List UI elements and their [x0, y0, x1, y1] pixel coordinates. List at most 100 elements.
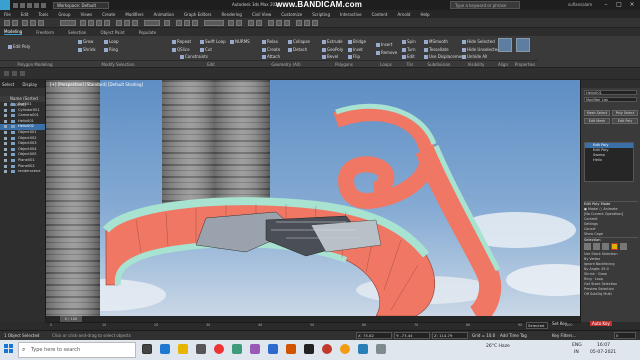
collapse-button[interactable]: Collapse — [288, 39, 310, 44]
edit-poly-mod-button[interactable]: Edit Poly — [612, 118, 638, 124]
group-properties[interactable]: Properties — [512, 60, 538, 67]
undo-tool-icon[interactable] — [4, 20, 10, 26]
preview-multi-radio[interactable]: Multi — [603, 292, 611, 296]
tessellate-button[interactable]: Tessellate — [424, 47, 449, 52]
viewport-label[interactable]: [+] [Perspective] [Standard] [Default Sh… — [50, 82, 143, 87]
menu-animation[interactable]: Animation — [154, 12, 174, 17]
menu-edit[interactable]: Edit — [21, 12, 29, 17]
z-coordinate-field[interactable]: Z: 114.79 — [432, 332, 468, 339]
workspace-dropdown[interactable]: Workspace: Default — [53, 1, 109, 9]
link-icon[interactable] — [22, 20, 28, 26]
firefox-icon[interactable] — [340, 344, 350, 354]
material-editor-icon[interactable] — [284, 20, 290, 26]
flip-button[interactable]: Flip — [348, 54, 360, 59]
turn-button[interactable]: Turn — [402, 47, 415, 52]
cut-button[interactable]: Cut — [200, 47, 212, 52]
commit-button[interactable]: Commit — [584, 217, 638, 221]
polygon-mode-icon[interactable] — [611, 243, 618, 250]
shrink-sel-button[interactable]: Shrink — [584, 272, 595, 276]
extrude-button[interactable]: Extrude — [322, 39, 343, 44]
align-icon[interactable] — [236, 20, 242, 26]
bridge-button[interactable]: Bridge — [348, 39, 366, 44]
stack-item[interactable]: Helix — [585, 158, 633, 163]
properties-icon-large[interactable] — [516, 38, 530, 52]
qslice-button[interactable]: QSlice — [172, 47, 190, 52]
tab-selection[interactable]: Selection — [68, 30, 86, 35]
selection-rollout-title[interactable]: Selection — [584, 237, 638, 242]
angle-snap-icon[interactable] — [184, 20, 190, 26]
edit-tris-button[interactable]: Edit — [402, 54, 415, 59]
group-loops[interactable]: Loops — [372, 60, 400, 67]
loop-sel-button[interactable]: Loop — [595, 277, 603, 281]
task-view-icon[interactable] — [142, 344, 152, 354]
menu-scripting[interactable]: Scripting — [312, 12, 330, 17]
list-item[interactable]: renderscene — [0, 169, 45, 175]
weather-widget[interactable]: 26°C Haze — [486, 344, 510, 349]
redo-icon[interactable] — [41, 2, 46, 8]
menu-create[interactable]: Create — [102, 12, 115, 17]
group-visibility[interactable]: Visibility — [458, 60, 494, 67]
clock-time[interactable]: 16:07 — [597, 343, 610, 348]
set-key-button[interactable]: Set Key — [552, 321, 567, 326]
app-icon-2[interactable] — [358, 344, 368, 354]
group-polygons[interactable]: Polygons — [316, 60, 372, 67]
group-subdivision[interactable]: Subdivision — [420, 60, 458, 67]
windows-start-icon[interactable] — [4, 344, 14, 354]
file-explorer-icon[interactable] — [178, 344, 188, 354]
grow-button[interactable]: Grow — [78, 39, 93, 44]
undo-icon[interactable] — [34, 2, 39, 8]
shrink-button[interactable]: Shrink — [78, 47, 96, 52]
menu-help[interactable]: Help — [420, 12, 429, 17]
rendered-frame-window-icon[interactable] — [304, 20, 310, 26]
mirror-icon[interactable] — [228, 20, 234, 26]
create-button[interactable]: Create — [262, 47, 280, 52]
object-name-field[interactable]: Helix001 — [584, 90, 637, 95]
pivot-center-icon[interactable] — [164, 20, 170, 26]
ring-sel-button[interactable]: Ring — [584, 277, 592, 281]
use-displacement-button[interactable]: Use Displacement — [424, 54, 465, 59]
record-icon[interactable] — [322, 344, 332, 354]
select-by-name-icon[interactable] — [88, 20, 94, 26]
use-stack-selection-checkbox[interactable]: Use Stack Selection — [584, 252, 638, 256]
swift-loop-button[interactable]: Swift Loop — [200, 39, 226, 44]
menu-views[interactable]: Views — [81, 12, 93, 17]
attach-button[interactable]: Attach — [262, 54, 280, 59]
spin-button[interactable]: Spin — [402, 39, 416, 44]
insert-loop-button[interactable]: Insert — [376, 42, 392, 47]
app-icon[interactable] — [250, 344, 260, 354]
redo-tool-icon[interactable] — [12, 20, 18, 26]
ignore-backfacing-checkbox[interactable]: Ignore Backfacing — [584, 262, 638, 266]
selection-filter-dropdown[interactable] — [60, 20, 76, 26]
unlink-icon[interactable] — [30, 20, 36, 26]
select-object-icon[interactable] — [80, 20, 86, 26]
render-production-icon[interactable] — [312, 20, 318, 26]
app-icon-3[interactable] — [376, 344, 386, 354]
get-stack-selection-button[interactable]: Get Stack Selection — [584, 282, 638, 286]
remove-loop-button[interactable]: Remove — [376, 50, 397, 55]
nurms-button[interactable]: NURMS — [230, 39, 250, 44]
3dsmax-task-icon[interactable] — [232, 344, 242, 354]
named-selection-dropdown[interactable] — [204, 20, 224, 26]
tab-modeling[interactable]: Modeling — [4, 29, 23, 35]
key-filters-button[interactable]: Key Filters... — [552, 333, 576, 338]
hide-selected-button[interactable]: Hide Selected — [462, 39, 495, 44]
reference-coord-dropdown[interactable] — [144, 20, 160, 26]
menu-file[interactable]: File — [4, 12, 11, 17]
vertex-mode-icon[interactable] — [584, 243, 591, 250]
rotate-icon[interactable] — [124, 20, 130, 26]
window-crossing-icon[interactable] — [104, 20, 110, 26]
y-coordinate-field[interactable]: Y: -73.44 — [394, 332, 430, 339]
key-mode-dropdown[interactable]: Selected — [526, 322, 548, 329]
by-vertex-checkbox[interactable]: By Vertex — [584, 257, 638, 261]
unhide-all-button[interactable]: Unhide All — [462, 54, 487, 59]
ring-button[interactable]: Ring — [104, 47, 118, 52]
open-file-icon[interactable] — [20, 2, 25, 8]
by-angle-checkbox[interactable]: By Angle: 45.0 — [584, 267, 638, 271]
inset-button[interactable]: Inset — [348, 47, 363, 52]
command-panel-tabs[interactable] — [581, 80, 640, 88]
group-align[interactable]: Align — [494, 60, 512, 67]
show-cage-checkbox[interactable]: Show Cage — [584, 232, 638, 236]
move-icon[interactable] — [116, 20, 122, 26]
geopoly-button[interactable]: GeoPoly — [322, 47, 343, 52]
group-tris[interactable]: Tris — [400, 60, 420, 67]
